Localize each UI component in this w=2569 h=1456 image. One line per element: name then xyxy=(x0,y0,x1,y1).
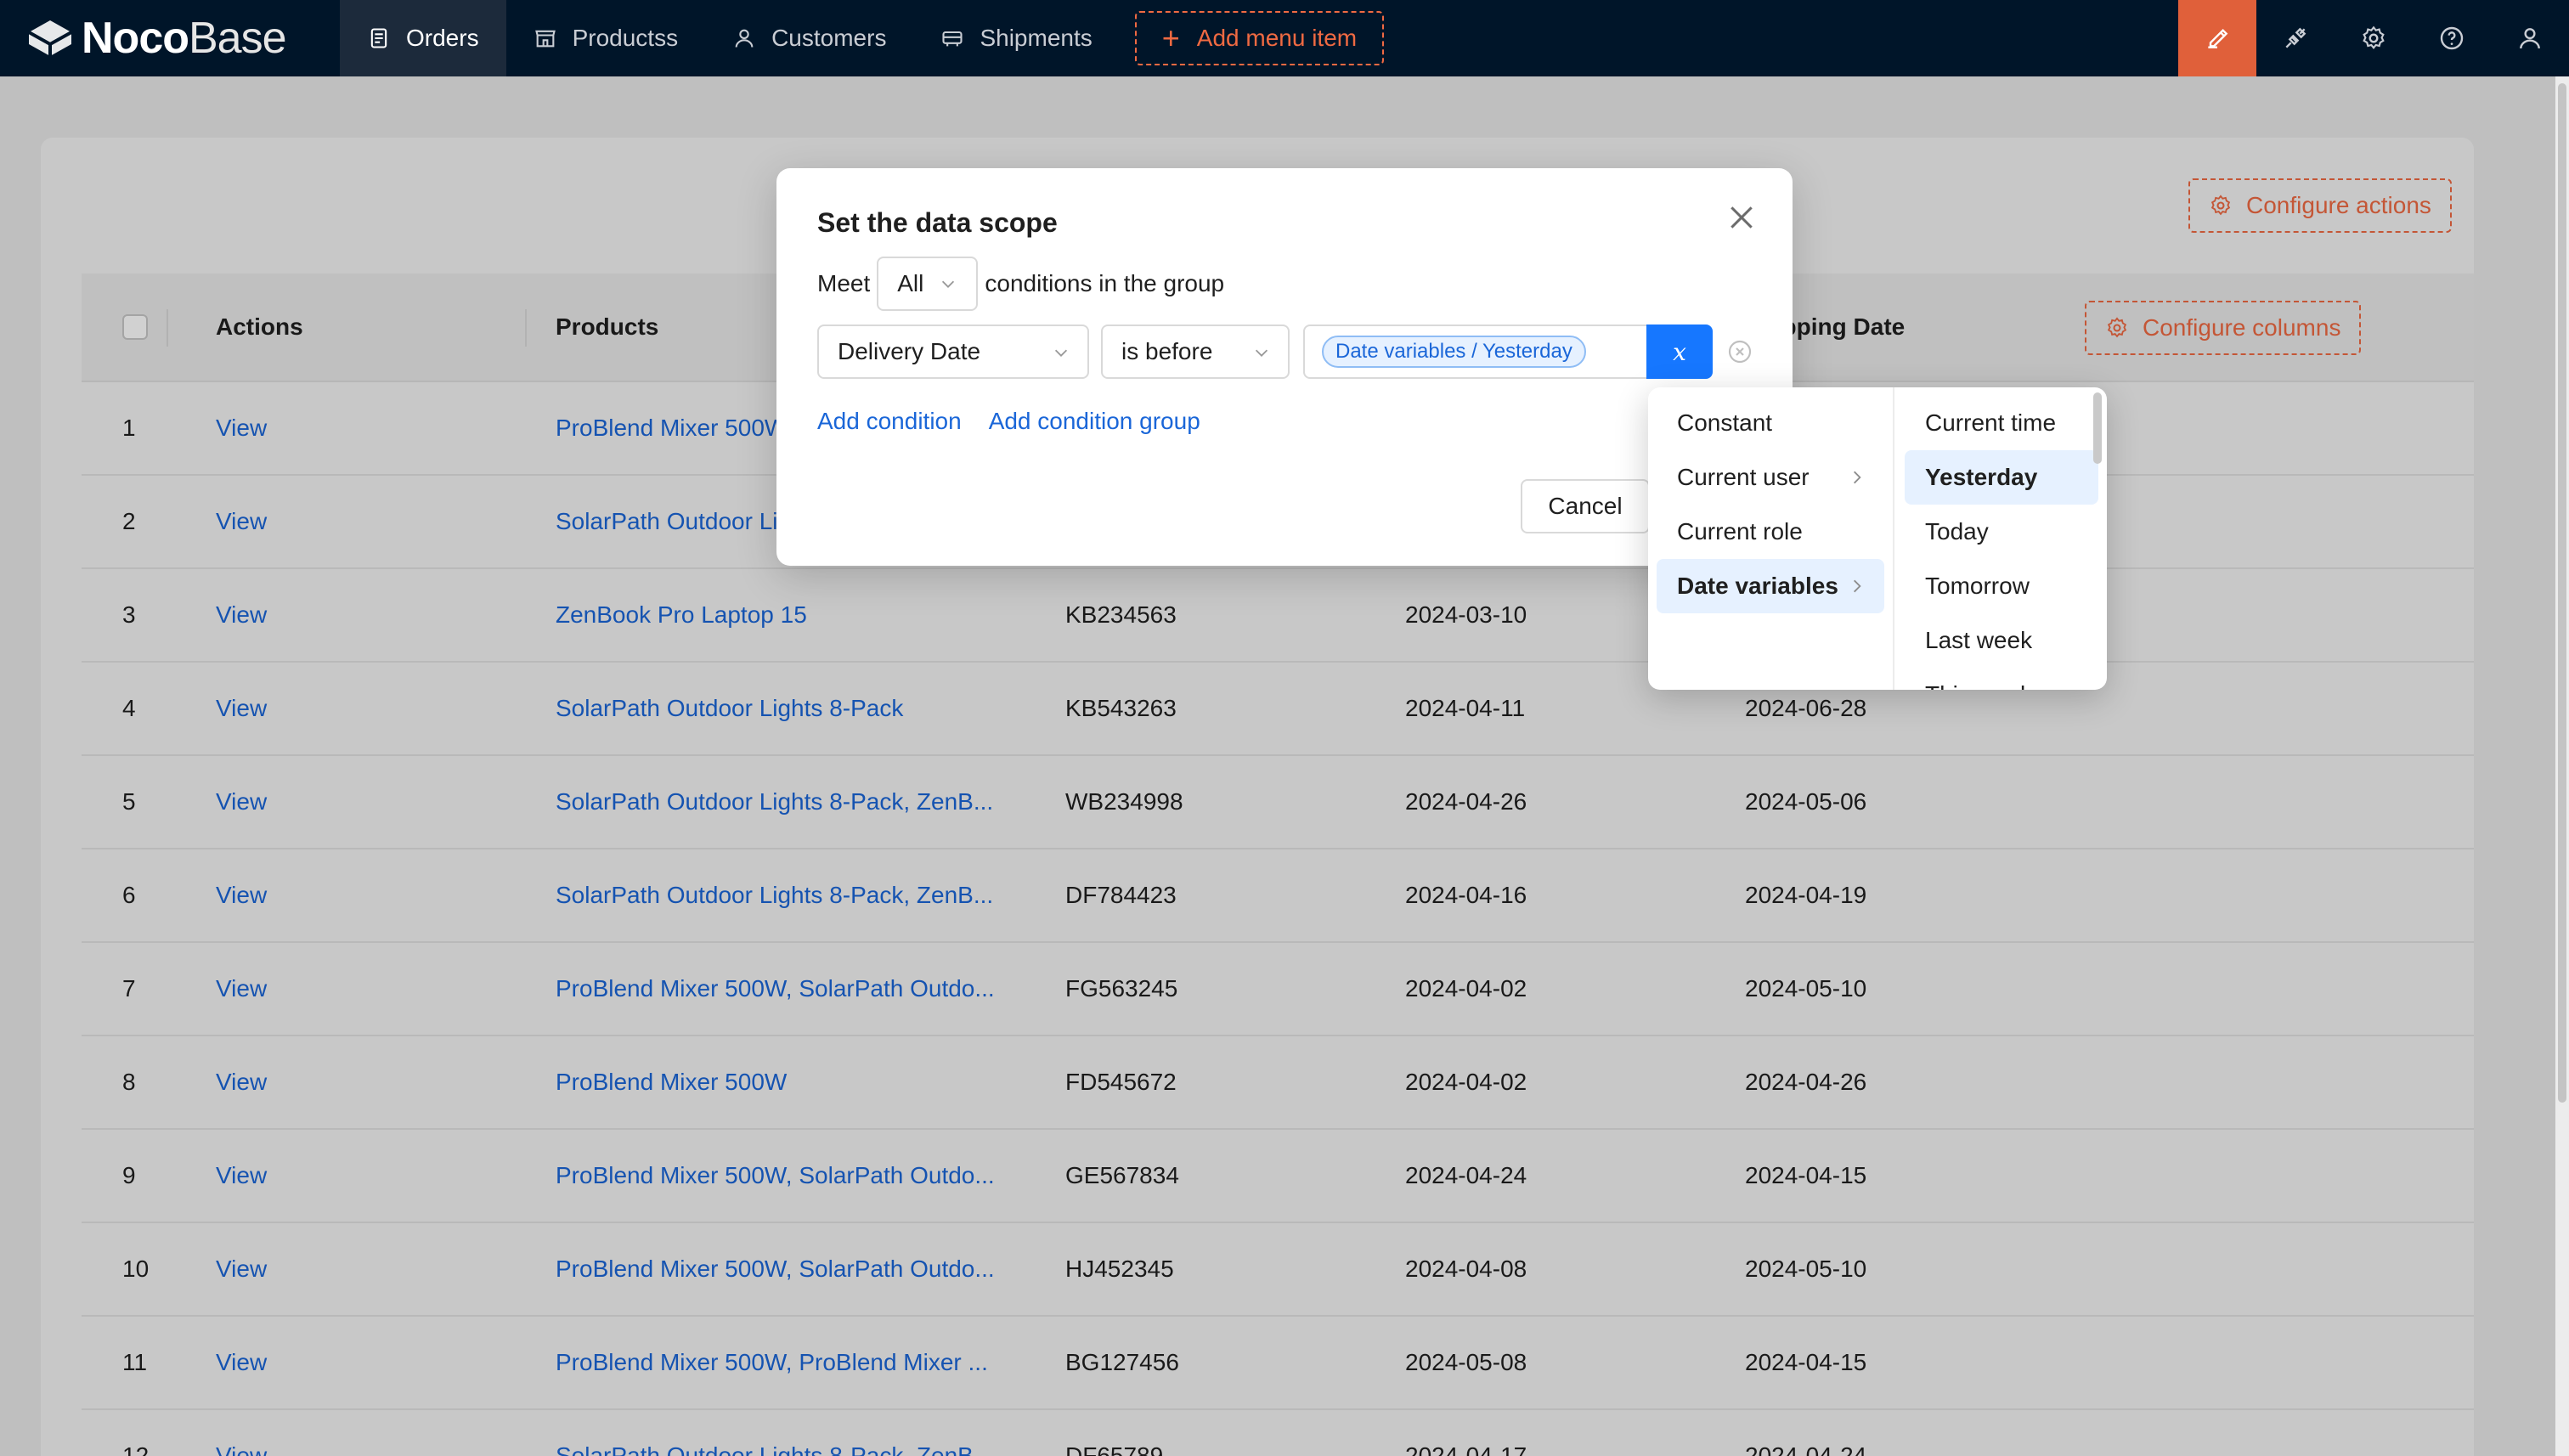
ui-editor-button[interactable] xyxy=(2178,0,2256,76)
nav-item-products[interactable]: Productss xyxy=(506,0,706,76)
variable-tag[interactable]: Date variables / Yesterday xyxy=(1322,336,1586,368)
add-menu-item-label: Add menu item xyxy=(1196,25,1358,51)
cascader-scrollbar[interactable] xyxy=(2093,392,2102,464)
cascader-option-date-variables[interactable]: Date variables xyxy=(1657,559,1884,613)
settings-button[interactable] xyxy=(2335,0,2413,76)
variable-picker-button[interactable]: x xyxy=(1646,324,1713,379)
option-label: Tomorrow xyxy=(1925,573,2030,599)
file-icon xyxy=(370,28,387,48)
question-circle-icon xyxy=(2440,26,2464,50)
gear-icon xyxy=(2363,25,2385,50)
chevron-down-icon xyxy=(1255,349,1268,357)
nav-item-shipments[interactable]: Shipments xyxy=(913,0,1119,76)
nocobase-logo-icon xyxy=(28,20,72,56)
option-label: Current role xyxy=(1677,518,1803,545)
cascader-option-current-user[interactable]: Current user xyxy=(1657,450,1884,505)
nocobase-logo[interactable]: NocoBase xyxy=(0,0,340,76)
plugins-button[interactable] xyxy=(2256,0,2335,76)
variable-cascader-dropdown: Constant Current user Current role Date … xyxy=(1648,387,2107,690)
cascader-option-last-week[interactable]: Last week xyxy=(1905,613,2098,668)
shop-icon xyxy=(534,30,556,48)
user-icon xyxy=(2520,28,2540,49)
page-scrollbar[interactable] xyxy=(2555,76,2569,1456)
user-menu-button[interactable] xyxy=(2491,0,2569,76)
option-label: Current user xyxy=(1677,464,1810,490)
operator-select[interactable]: is before xyxy=(1101,324,1290,379)
option-label: Current time xyxy=(1925,409,2057,436)
plug-icon xyxy=(2285,27,2306,48)
user-icon xyxy=(735,29,754,48)
nav-item-orders[interactable]: Orders xyxy=(340,0,506,76)
operator-select-value: is before xyxy=(1121,338,1213,364)
help-button[interactable] xyxy=(2413,0,2491,76)
add-condition-links: Add condition Add condition group xyxy=(817,408,1200,435)
cascader-option-yesterday[interactable]: Yesterday xyxy=(1905,450,2098,505)
brand-name: NocoBase xyxy=(82,14,287,63)
option-label: Date variables xyxy=(1677,573,1838,599)
chevron-right-icon xyxy=(1854,579,1861,593)
add-condition-group-link[interactable]: Add condition group xyxy=(989,408,1200,435)
chevron-down-icon xyxy=(1054,349,1068,357)
option-label: Yesterday xyxy=(1925,464,2038,490)
cascader-option-today[interactable]: Today xyxy=(1905,505,2098,559)
cascader-option-tomorrow[interactable]: Tomorrow xyxy=(1905,559,2098,613)
field-select-value: Delivery Date xyxy=(838,338,981,364)
close-icon[interactable] xyxy=(1725,200,1759,234)
cascader-option-constant[interactable]: Constant xyxy=(1657,396,1884,450)
plus-icon: + xyxy=(1161,20,1180,55)
nav-item-label: Shipments xyxy=(980,25,1093,51)
value-variable-input[interactable]: Date variables / Yesterday xyxy=(1303,324,1648,379)
option-label: Last week xyxy=(1925,627,2033,653)
nav-item-label: Customers xyxy=(771,25,887,51)
group-logic-select[interactable]: All xyxy=(877,257,979,311)
meet-prefix-label: Meet xyxy=(817,270,871,296)
add-menu-item-button[interactable]: + Add menu item xyxy=(1134,11,1385,65)
field-select[interactable]: Delivery Date xyxy=(817,324,1089,379)
nav-item-label: Productss xyxy=(572,25,679,51)
group-logic-row: Meet All conditions in the group xyxy=(817,257,1224,311)
scrollbar-thumb[interactable] xyxy=(2558,83,2566,1103)
top-navigation-bar: NocoBase Orders Productss Customers Ship… xyxy=(0,0,2569,76)
cascader-option-current-role[interactable]: Current role xyxy=(1657,505,1884,559)
option-label: Constant xyxy=(1677,409,1773,436)
close-circle-icon[interactable] xyxy=(1726,338,1753,365)
data-scope-modal: Set the data scope Meet All conditions i… xyxy=(776,168,1793,566)
chevron-down-icon xyxy=(942,280,955,288)
modal-title: Set the data scope xyxy=(817,207,1058,238)
group-logic-value: All xyxy=(897,270,924,296)
option-label: This week xyxy=(1925,681,2032,690)
nav-item-customers[interactable]: Customers xyxy=(705,0,913,76)
cascader-option-this-week[interactable]: This week xyxy=(1905,668,2098,690)
cascader-option-current-time[interactable]: Current time xyxy=(1905,396,2098,450)
chevron-right-icon xyxy=(1854,471,1861,484)
top-right-toolbar xyxy=(2178,0,2569,76)
option-label: Today xyxy=(1925,518,1989,545)
cascader-level-2: Current time Yesterday Today Tomorrow La… xyxy=(1896,387,2107,690)
cascader-level-1: Constant Current user Current role Date … xyxy=(1648,387,1894,690)
meet-suffix-label: conditions in the group xyxy=(985,270,1225,296)
cancel-button[interactable]: Cancel xyxy=(1521,479,1650,533)
nav-item-label: Orders xyxy=(406,25,479,51)
truck-icon xyxy=(942,31,963,47)
add-condition-link[interactable]: Add condition xyxy=(817,408,962,435)
highlighter-icon xyxy=(2208,28,2228,48)
